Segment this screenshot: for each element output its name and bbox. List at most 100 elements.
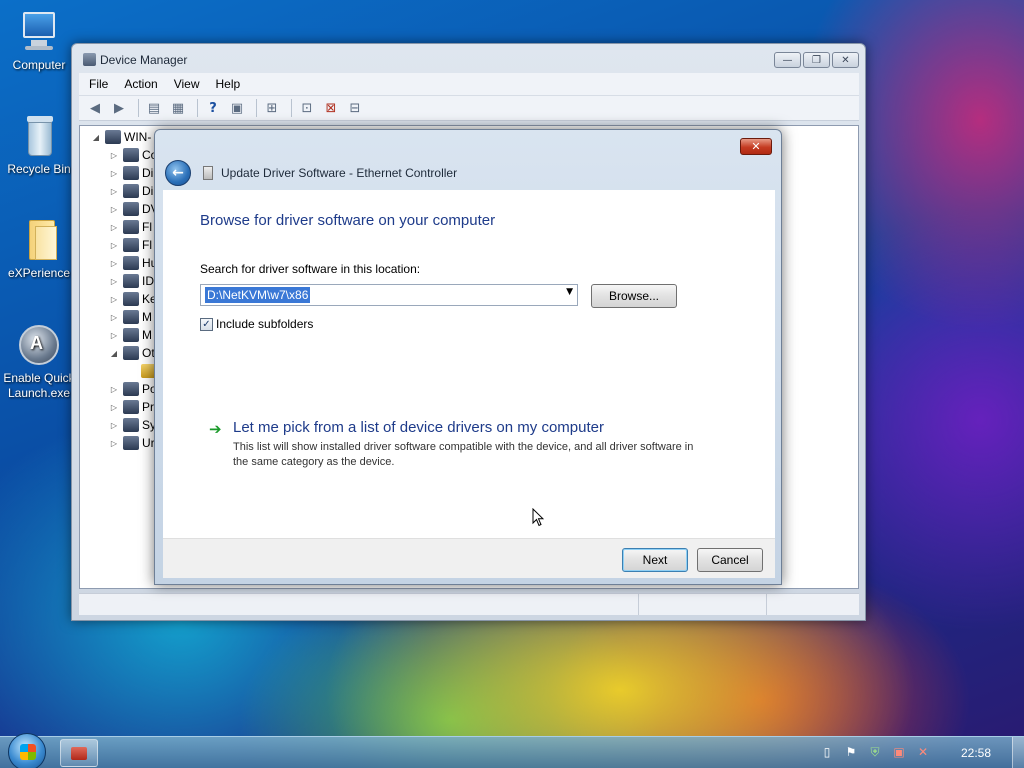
network-adapter-icon xyxy=(203,166,213,180)
desktop-icon-recycle-bin[interactable]: Recycle Bin xyxy=(1,114,77,177)
tree-item[interactable]: ▷ M xyxy=(108,308,152,326)
dvd-drive-icon xyxy=(123,202,139,216)
expand-icon[interactable]: ▷ xyxy=(108,295,120,304)
expand-icon[interactable]: ▷ xyxy=(108,439,120,448)
tree-item[interactable]: ▷ Sy xyxy=(108,416,156,434)
mouse-cursor-icon xyxy=(532,508,544,527)
update-driver-dialog: ✕ ← Update Driver Software - Ethernet Co… xyxy=(154,129,782,585)
expand-icon[interactable]: ▷ xyxy=(108,151,120,160)
desktop-icon-label: eXPerience xyxy=(7,266,71,280)
desktop-icon-computer[interactable]: Computer xyxy=(1,10,77,73)
expand-icon[interactable]: ▷ xyxy=(108,277,120,286)
help-icon[interactable]: ? xyxy=(203,99,223,117)
desktop-icon-enable-quick-launch[interactable]: A Enable Quick Launch.exe xyxy=(1,323,77,401)
tree-item[interactable]: ▷ Co xyxy=(108,146,157,164)
tree-item[interactable]: ▷ Ur xyxy=(108,434,155,452)
desktop-icon-experience[interactable]: eXPerience xyxy=(1,218,77,281)
cancel-button[interactable]: Cancel xyxy=(697,548,763,572)
app-launcher-icon: A xyxy=(17,323,61,367)
toolbar-separator xyxy=(138,99,139,117)
tree-item[interactable]: ▷ Pr xyxy=(108,398,154,416)
dialog-body: Browse for driver software on your compu… xyxy=(163,190,775,538)
menu-help[interactable]: Help xyxy=(216,77,241,91)
driver-path-value[interactable]: D:\NetKVM\w7\x86 xyxy=(205,287,311,303)
toolbar-separator xyxy=(197,99,198,117)
expand-icon[interactable]: ▷ xyxy=(108,313,120,322)
tree-item[interactable]: ▷ DV xyxy=(108,200,159,218)
menu-action[interactable]: Action xyxy=(124,77,157,91)
tree-item[interactable]: ◢ Ot xyxy=(108,344,155,362)
disable-device-icon[interactable]: ⊟ xyxy=(345,99,365,117)
uninstall-device-icon[interactable]: ⊠ xyxy=(321,99,341,117)
ide-controller-icon xyxy=(123,274,139,288)
tree-item[interactable]: ▷ Ke xyxy=(108,290,157,308)
computer-node-icon xyxy=(105,130,121,144)
menu-file[interactable]: File xyxy=(89,77,108,91)
expand-icon[interactable]: ▷ xyxy=(108,223,120,232)
close-button[interactable]: ✕ xyxy=(832,52,859,68)
toolbar: ◀ ▶ ▤ ▦ ? ▣ ⊞ ⊡ ⊠ ⊟ xyxy=(79,95,859,121)
pick-from-list-link[interactable]: Let me pick from a list of device driver… xyxy=(233,419,604,436)
tree-item[interactable]: ▷ Fl xyxy=(108,218,152,236)
taskbar-item-device-manager[interactable] xyxy=(60,739,98,767)
maximize-button[interactable]: ❐ xyxy=(803,52,830,68)
show-hide-tree-icon[interactable]: ▤ xyxy=(144,99,164,117)
collapse-icon[interactable]: ◢ xyxy=(90,133,102,142)
driver-path-combobox[interactable]: D:\NetKVM\w7\x86 ▼ xyxy=(200,284,578,306)
expand-icon[interactable]: ▷ xyxy=(108,385,120,394)
expand-icon[interactable]: ▷ xyxy=(108,187,120,196)
dropdown-arrow-icon[interactable]: ▼ xyxy=(566,287,573,297)
expand-icon[interactable]: ▷ xyxy=(108,331,120,340)
tree-item[interactable]: ▷ Po xyxy=(108,380,157,398)
forward-arrow-icon[interactable]: ▶ xyxy=(109,99,129,117)
tree-root[interactable]: ◢ WIN- xyxy=(90,128,151,146)
console-tree-icon[interactable]: ▣ xyxy=(227,99,247,117)
device-manager-icon xyxy=(83,53,96,66)
back-arrow-icon: ← xyxy=(172,165,184,181)
expand-icon[interactable]: ▷ xyxy=(108,259,120,268)
expand-icon[interactable]: ▷ xyxy=(108,421,120,430)
security-shield-icon[interactable]: ⛨ xyxy=(866,743,884,761)
browse-button[interactable]: Browse... xyxy=(591,284,677,308)
tree-item[interactable]: ▷ Di xyxy=(108,164,153,182)
volume-muted-icon[interactable]: ✕ xyxy=(914,743,932,761)
tree-item-label: M xyxy=(142,328,152,342)
minimize-button[interactable]: — xyxy=(774,52,801,68)
expand-icon[interactable]: ▷ xyxy=(108,169,120,178)
collapse-icon[interactable]: ◢ xyxy=(108,349,120,358)
tree-item-label: Ur xyxy=(142,436,155,450)
include-subfolders-label[interactable]: Include subfolders xyxy=(216,317,313,331)
tree-item[interactable]: ▷ Hu xyxy=(108,254,157,272)
taskbar-clock[interactable]: 22:58 xyxy=(961,746,991,760)
expand-icon[interactable]: ▷ xyxy=(108,403,120,412)
action-center-flag-icon[interactable]: ⚑ xyxy=(842,743,860,761)
tree-item[interactable]: ▷ Fl xyxy=(108,236,152,254)
tree-item[interactable]: ▷ ID xyxy=(108,272,154,290)
update-driver-icon[interactable]: ⊡ xyxy=(297,99,317,117)
dialog-close-button[interactable]: ✕ xyxy=(740,138,772,155)
tree-item[interactable]: ▷ Di xyxy=(108,182,153,200)
computer-icon xyxy=(17,10,61,54)
tree-item-label: ID xyxy=(142,274,154,288)
include-subfolders-row[interactable]: ✓ Include subfolders xyxy=(200,317,313,331)
system-tray: ▯ ⚑ ⛨ ▣ ✕ xyxy=(818,743,932,761)
start-button[interactable] xyxy=(8,733,46,768)
include-subfolders-checkbox[interactable]: ✓ xyxy=(200,317,213,331)
back-button[interactable]: ← xyxy=(165,160,191,186)
document-tray-icon[interactable]: ▯ xyxy=(818,743,836,761)
network-warning-icon[interactable]: ▣ xyxy=(890,743,908,761)
processor-icon xyxy=(123,400,139,414)
properties-sheet-icon[interactable]: ▦ xyxy=(168,99,188,117)
expand-icon[interactable]: ▷ xyxy=(108,241,120,250)
dialog-header: ← Update Driver Software - Ethernet Cont… xyxy=(162,157,774,189)
desktop-icon-label: Computer xyxy=(12,58,66,72)
green-arrow-icon: ➔ xyxy=(209,420,222,438)
back-arrow-icon[interactable]: ◀ xyxy=(85,99,105,117)
next-button[interactable]: Next xyxy=(622,548,688,572)
tree-item[interactable]: ▷ M xyxy=(108,326,152,344)
expand-icon[interactable]: ▷ xyxy=(108,205,120,214)
tree-item-label: Ot xyxy=(142,346,155,360)
menu-view[interactable]: View xyxy=(174,77,200,91)
show-desktop-button[interactable] xyxy=(1012,737,1024,768)
scan-hardware-icon[interactable]: ⊞ xyxy=(262,99,282,117)
